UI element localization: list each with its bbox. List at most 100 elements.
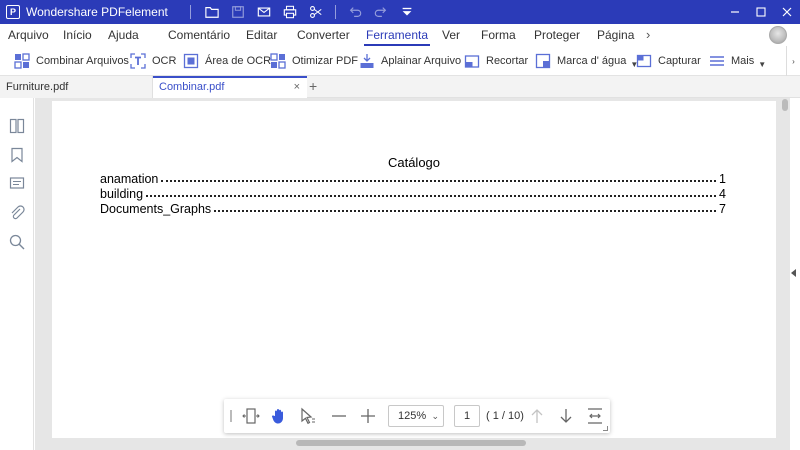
tab-label: Combinar.pdf (159, 81, 225, 93)
window-controls (722, 0, 800, 24)
capture-button[interactable]: Capturar (636, 46, 701, 76)
left-sidebar (0, 98, 34, 450)
next-page-icon[interactable] (557, 407, 575, 425)
toc-entry-page: 4 (719, 187, 726, 201)
toolbar-drag-handle[interactable] (230, 410, 232, 422)
hand-tool-icon[interactable] (270, 407, 288, 425)
page-navigation-toolbar: 125% ⌄ 1 ( 1 / 10) (224, 399, 610, 433)
tab-close-icon[interactable]: × (294, 78, 300, 97)
combine-files-icon (14, 53, 30, 69)
customize-quick-access-icon[interactable] (394, 0, 420, 24)
toc-entry[interactable]: building 4 (100, 186, 726, 201)
toc-entry[interactable]: anamation 1 (100, 171, 726, 186)
app-title: Wondershare PDFelement (26, 5, 168, 19)
email-icon[interactable] (251, 0, 277, 24)
tab-furniture-pdf[interactable]: Furniture.pdf (0, 76, 153, 98)
combine-files-label: Combinar Arquivos (36, 55, 129, 67)
document-canvas: Catálogo anamation 1 building 4 Document… (35, 98, 790, 450)
more-tools-label: Mais (731, 55, 755, 67)
search-icon[interactable] (9, 234, 25, 250)
vertical-scrollbar[interactable] (780, 98, 790, 450)
watermark-icon (535, 53, 551, 69)
more-tools-dropdown-icon[interactable]: ▼ (758, 60, 766, 69)
crop-icon (464, 53, 480, 69)
redo-icon[interactable] (368, 0, 394, 24)
save-icon[interactable] (225, 0, 251, 24)
menu-forma[interactable]: Forma (481, 24, 516, 46)
ocr-area-icon (183, 53, 199, 69)
tab-label: Furniture.pdf (6, 81, 69, 93)
menu-proteger[interactable]: Proteger (534, 24, 580, 46)
optimize-pdf-label: Otimizar PDF (292, 55, 358, 67)
zoom-level-value: 125% (398, 410, 427, 422)
more-tools-button[interactable]: Mais ▼ (709, 46, 766, 76)
undo-icon[interactable] (342, 0, 368, 24)
bookmark-icon[interactable] (9, 147, 25, 163)
menu-comentario[interactable]: Comentário (168, 24, 230, 46)
toc-entry-title: Documents_Graphs (100, 202, 212, 216)
zoom-out-icon[interactable] (330, 407, 348, 425)
document-tab-bar: Furniture.pdf Combinar.pdf × + (0, 76, 800, 98)
menu-converter[interactable]: Converter (297, 24, 350, 46)
menu-pagina[interactable]: Página (597, 24, 634, 46)
capture-icon (636, 53, 652, 69)
title-separator (334, 5, 336, 19)
menu-ajuda[interactable]: Ajuda (108, 24, 139, 46)
watermark-button[interactable]: Marca d' água ▼ (535, 46, 638, 76)
new-tab-icon[interactable]: + (309, 76, 317, 98)
ocr-button[interactable]: OCR (130, 46, 176, 76)
attachment-icon[interactable] (9, 205, 25, 221)
tab-combinar-pdf[interactable]: Combinar.pdf × (153, 76, 307, 98)
fit-width-icon[interactable] (242, 407, 260, 425)
flatten-file-label: Aplainar Arquivo (381, 55, 462, 67)
menu-ferramenta[interactable]: Ferramenta (363, 24, 431, 46)
toolbar-scroll-right-icon[interactable]: › (786, 46, 800, 76)
scissors-icon[interactable] (303, 0, 329, 24)
close-icon[interactable] (774, 0, 800, 24)
maximize-icon[interactable] (748, 0, 774, 24)
title-bar: P Wondershare PDFelement (0, 0, 800, 24)
title-separator (189, 5, 191, 19)
thumbnails-icon[interactable] (9, 118, 25, 134)
toc-entry[interactable]: Documents_Graphs 7 (100, 201, 726, 216)
menu-ver[interactable]: Ver (442, 24, 460, 46)
ocr-area-button[interactable]: Área de OCR (183, 46, 271, 76)
crop-label: Recortar (486, 55, 529, 67)
previous-page-icon[interactable] (528, 407, 546, 425)
toc-entry-title: building (100, 187, 144, 201)
page-title: Catálogo (387, 155, 441, 170)
optimize-pdf-icon (270, 53, 286, 69)
user-avatar[interactable] (769, 26, 787, 44)
fit-page-icon[interactable] (586, 407, 604, 425)
menu-arquivo[interactable]: Arquivo (8, 24, 49, 46)
watermark-label: Marca d' água (557, 55, 627, 67)
tool-ribbon: Combinar Arquivos OCR Área de OCR Otimiz… (0, 46, 800, 76)
expand-right-panel-icon[interactable] (791, 269, 796, 277)
menu-bar: Arquivo Início Ajuda Comentário Editar C… (0, 24, 800, 46)
zoom-level-select[interactable]: 125% ⌄ (388, 405, 444, 427)
crop-button[interactable]: Recortar (464, 46, 528, 76)
select-tool-icon[interactable] (299, 407, 317, 425)
toc-leader (214, 210, 717, 212)
ocr-label: OCR (152, 55, 177, 67)
print-icon[interactable] (277, 0, 303, 24)
horizontal-scroll-thumb[interactable] (296, 440, 526, 446)
comment-icon[interactable] (9, 176, 25, 192)
flatten-file-button[interactable]: Aplainar Arquivo (359, 46, 461, 76)
vertical-scroll-thumb[interactable] (782, 99, 788, 111)
toc-leader (146, 195, 717, 197)
optimize-pdf-button[interactable]: Otimizar PDF (270, 46, 358, 76)
combine-files-button[interactable]: Combinar Arquivos (14, 46, 129, 76)
ocr-icon (130, 53, 146, 69)
menu-inicio[interactable]: Início (63, 24, 92, 46)
menu-more-chevron-icon[interactable]: › (646, 24, 650, 46)
capture-label: Capturar (658, 55, 701, 67)
minimize-icon[interactable] (722, 0, 748, 24)
menu-editar[interactable]: Editar (246, 24, 277, 46)
zoom-in-icon[interactable] (359, 407, 377, 425)
page-number-input[interactable]: 1 (454, 405, 480, 427)
toolbar-resize-handle[interactable] (603, 426, 608, 431)
open-folder-icon[interactable] (199, 0, 225, 24)
pdf-page: Catálogo anamation 1 building 4 Document… (52, 101, 776, 438)
toc-entry-page: 1 (719, 172, 726, 186)
